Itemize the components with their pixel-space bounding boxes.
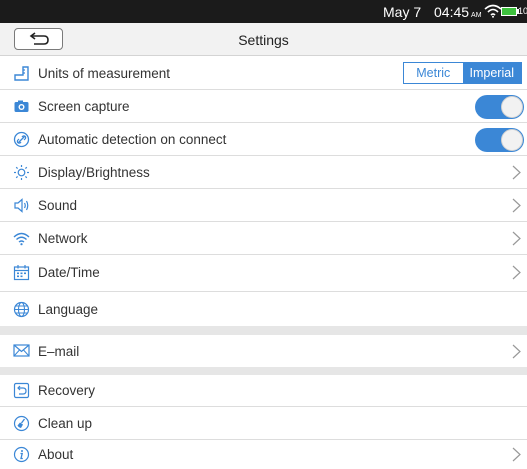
display-row[interactable]: Display/Brightness — [0, 156, 527, 189]
chevron-right-icon — [512, 231, 521, 246]
sound-label: Sound — [38, 198, 78, 213]
status-time: 04:45 AM — [434, 4, 482, 20]
units-label: Units of measurement — [38, 66, 171, 81]
auto-detect-row: Automatic detection on connect — [0, 123, 527, 156]
datetime-row[interactable]: Date/Time — [0, 255, 527, 292]
camera-icon — [13, 98, 30, 115]
status-bar: May 7 04:45AM 100% — [0, 0, 527, 23]
section-divider — [0, 326, 527, 335]
globe-icon — [13, 301, 30, 318]
speaker-icon — [13, 197, 30, 214]
status-date: May 7 — [383, 4, 422, 20]
wifi-status-icon — [484, 4, 502, 18]
battery-icon — [501, 7, 517, 16]
wifi-icon — [13, 230, 30, 247]
language-row[interactable]: Language — [0, 292, 527, 326]
auto-detect-label: Automatic detection on connect — [38, 132, 227, 147]
sun-icon — [13, 164, 30, 181]
display-label: Display/Brightness — [38, 165, 150, 180]
recovery-label: Recovery — [38, 383, 96, 398]
chevron-right-icon — [512, 265, 521, 280]
broom-icon — [13, 415, 30, 432]
datetime-label: Date/Time — [38, 265, 100, 280]
sound-row[interactable]: Sound — [0, 189, 527, 222]
section-divider — [0, 367, 527, 375]
envelope-icon — [13, 342, 30, 359]
screen-capture-toggle[interactable] — [475, 95, 524, 119]
cleanup-label: Clean up — [38, 416, 93, 431]
screen-capture-row: Screen capture — [0, 90, 527, 123]
network-label: Network — [38, 231, 88, 246]
info-icon — [13, 446, 30, 463]
recovery-icon — [13, 382, 30, 399]
imperial-option[interactable]: Imperial — [462, 63, 521, 83]
recovery-row[interactable]: Recovery — [0, 375, 527, 407]
cleanup-row[interactable]: Clean up — [0, 407, 527, 440]
language-label: Language — [38, 302, 99, 317]
chevron-right-icon — [512, 165, 521, 180]
calendar-icon — [13, 264, 30, 281]
chevron-right-icon — [512, 344, 521, 359]
about-label: About — [38, 447, 74, 462]
battery-percent: 100% — [518, 6, 527, 16]
chevron-right-icon — [512, 447, 521, 462]
units-segmented-control: Metric Imperial — [403, 62, 522, 84]
chevron-right-icon — [512, 198, 521, 213]
metric-option[interactable]: Metric — [404, 63, 463, 83]
page-title: Settings — [238, 32, 289, 48]
title-bar: Settings — [0, 23, 527, 56]
auto-detect-toggle[interactable] — [475, 128, 524, 152]
link-icon — [13, 131, 30, 148]
email-row[interactable]: E–mail — [0, 335, 527, 367]
units-row: Units of measurement Metric Imperial — [0, 57, 527, 90]
screen-capture-label: Screen capture — [38, 99, 130, 114]
network-row[interactable]: Network — [0, 222, 527, 255]
about-row[interactable]: About — [0, 440, 527, 469]
ruler-icon — [13, 65, 30, 82]
email-label: E–mail — [38, 344, 80, 359]
